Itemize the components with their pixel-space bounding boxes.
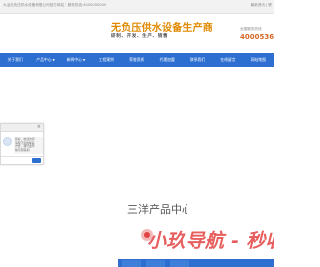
chevron-down-icon: ▼ — [82, 58, 86, 62]
chat-widget[interactable]: × 您好，欢迎访问 请留下您的联系 方式，我们会尽 快与您联系！ — [0, 123, 44, 165]
nav-label: 联系我们 — [189, 57, 206, 62]
hotline-number: 4000536920 — [240, 33, 274, 41]
nav-label: 在线留言 — [220, 57, 236, 62]
hotline-label: 全国服务热线 — [240, 27, 262, 31]
nav-sitemap[interactable]: 网站地图 — [243, 53, 273, 67]
nav-news[interactable]: 新闻中心 ▼ — [61, 53, 91, 67]
nav-contact[interactable]: 联系我们 — [182, 53, 212, 67]
send-button[interactable] — [32, 158, 41, 163]
chat-message: 您好，欢迎访问 请留下您的联系 方式，我们会尽 快与您联系！ — [14, 137, 43, 154]
bottom-tab[interactable] — [170, 260, 189, 267]
top-links[interactable]: 最新资讯 | 联 — [251, 3, 272, 8]
page: 大冶无负压供水设备有限公司官方网站｜服务热线:4000000000 最新资讯 |… — [0, 0, 274, 267]
nav-cases[interactable]: 工程案例 — [91, 53, 121, 67]
nav-agency[interactable]: 代理加盟 — [152, 53, 182, 67]
avatar — [3, 137, 12, 146]
top-bar: 大冶无负压供水设备有限公司官方网站｜服务热线:4000000000 最新资讯 |… — [0, 0, 274, 14]
site-header: 无负压供水设备生产商 研制、开发、生产、销售 全国服务热线 4000536920 — [0, 14, 274, 54]
nav-label: 新闻中心 — [66, 57, 82, 62]
close-icon[interactable]: × — [37, 125, 41, 130]
bottom-tab[interactable] — [122, 260, 141, 267]
nav-honors[interactable]: 荣誉资质 — [122, 53, 152, 67]
main-nav: 关于我们 产品中心 ▼ 新闻中心 ▼ 工程案例 荣誉资质 代理加盟 联系我们 在线留… — [0, 53, 274, 67]
nav-label: 代理加盟 — [159, 57, 175, 62]
welcome-text: 大冶无负压供水设备有限公司官方网站｜服务热线:4000000000 — [3, 3, 107, 7]
bottom-tab[interactable] — [146, 260, 165, 267]
nav-products[interactable]: 产品中心 ▼ — [30, 53, 60, 67]
section-title: 三洋产品中心 — [127, 203, 187, 216]
watermark-text: 小玖导航 - 秒收 — [147, 230, 274, 252]
bottom-bar — [118, 259, 274, 267]
nav-label: 关于我们 — [7, 57, 23, 62]
nav-label: 产品中心 — [36, 57, 52, 62]
chat-line: 快与您联系！ — [15, 147, 32, 152]
company-slogan: 研制、开发、生产、销售 — [111, 34, 169, 39]
nav-label: 网站地图 — [250, 57, 266, 62]
nav-message[interactable]: 在线留言 — [213, 53, 243, 67]
nav-label: 工程案例 — [98, 57, 114, 62]
chat-input-bar[interactable] — [1, 156, 43, 164]
nav-about[interactable]: 关于我们 — [0, 53, 30, 67]
chat-header: × — [1, 124, 43, 132]
chevron-down-icon: ▼ — [52, 58, 55, 62]
nav-label: 荣誉资质 — [129, 57, 145, 62]
company-name: 无负压供水设备生产商 — [111, 23, 213, 34]
